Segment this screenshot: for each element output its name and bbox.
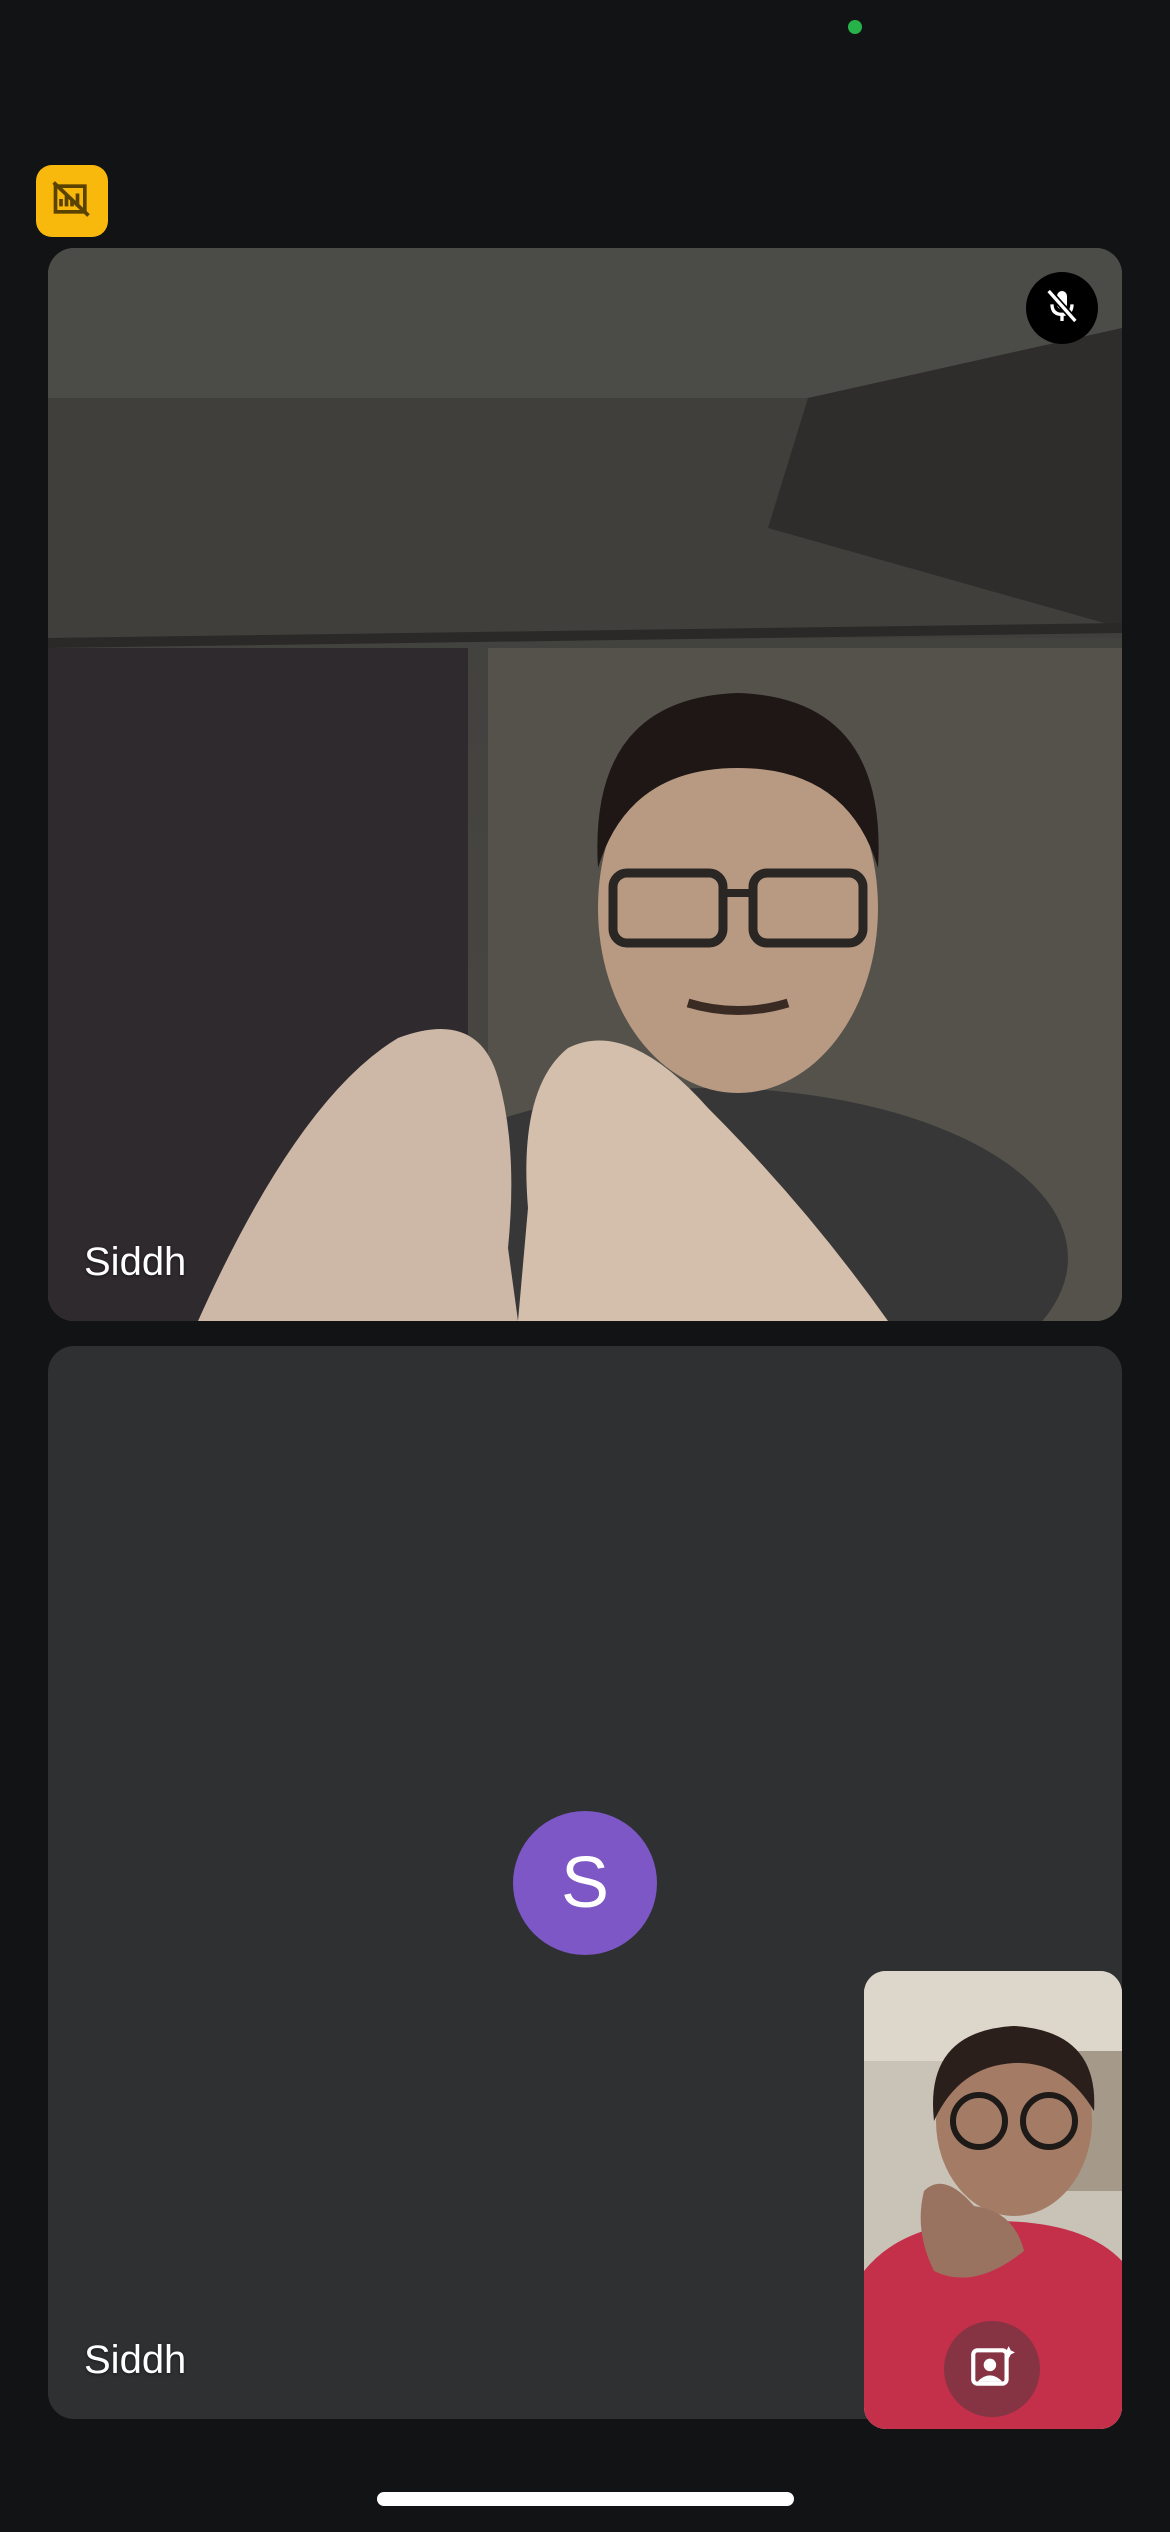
- video-call-screen: Siddh S Siddh: [0, 0, 1170, 2532]
- self-view-tile[interactable]: [864, 1971, 1122, 2429]
- effects-button[interactable]: [944, 2321, 1040, 2417]
- camera-in-use-indicator: [848, 20, 862, 34]
- participant-name: Siddh: [84, 1240, 187, 1284]
- avatar: S: [513, 1811, 657, 1955]
- participant-video: [48, 248, 1122, 1321]
- portrait-sparkle-icon: [967, 2342, 1017, 2397]
- home-indicator[interactable]: [377, 2492, 794, 2506]
- no-recording-icon: [50, 177, 94, 226]
- participant-muted-indicator: [1026, 272, 1098, 344]
- recording-disabled-badge[interactable]: [36, 165, 108, 237]
- participant-tile-video[interactable]: Siddh: [48, 248, 1122, 1321]
- participant-name: Siddh: [84, 2338, 187, 2382]
- mic-off-icon: [1042, 286, 1082, 331]
